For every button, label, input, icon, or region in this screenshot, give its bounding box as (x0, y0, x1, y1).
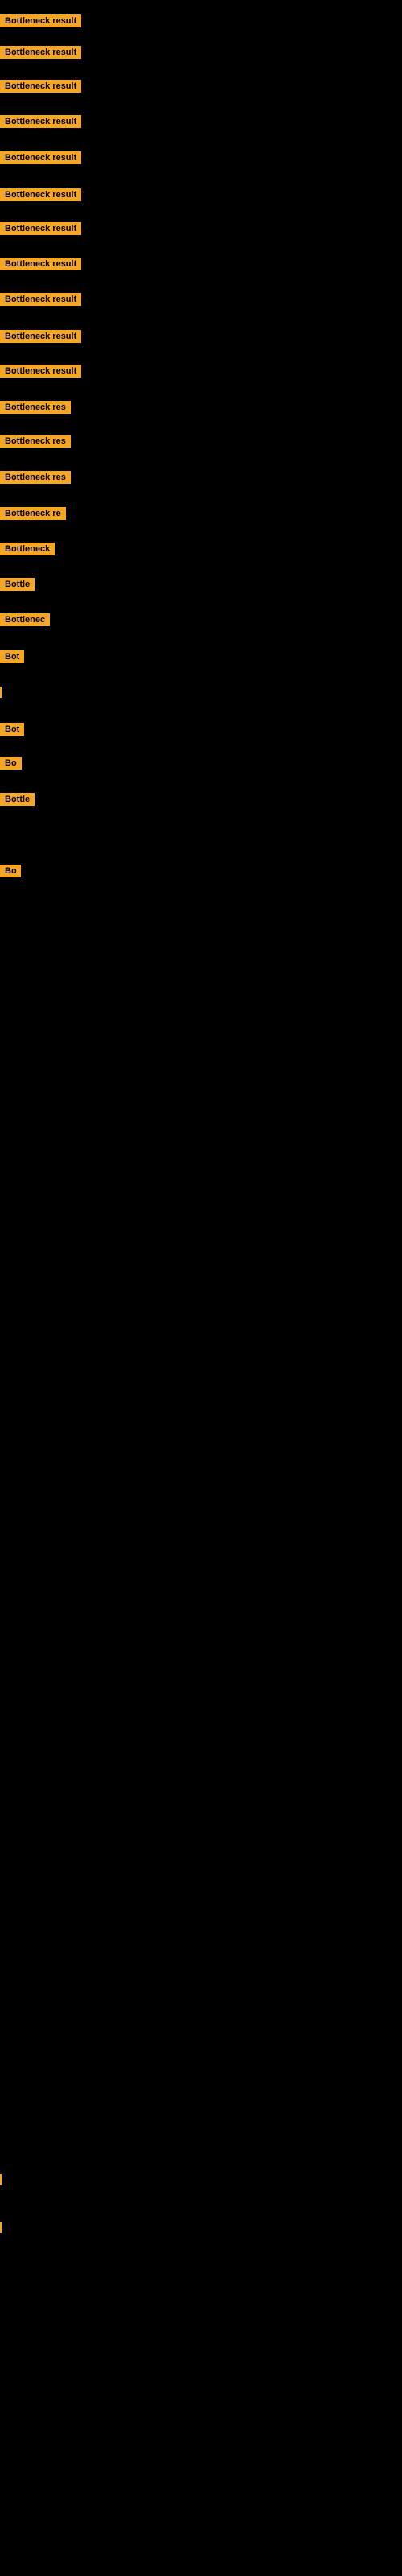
bottleneck-badge-row: Bottle (0, 578, 35, 595)
bottleneck-badge-row: Bottleneck result (0, 365, 81, 382)
bottleneck-badge-row: Bottle (0, 793, 35, 810)
bottleneck-badge: Bot (0, 723, 24, 736)
bottleneck-badge: Bottleneck (0, 543, 55, 555)
bottleneck-badge-row: Bottleneck result (0, 80, 81, 97)
bottleneck-badge-row: Bo (0, 757, 22, 774)
bottleneck-badge-row: Bot (0, 723, 24, 740)
bottleneck-badge: Bottleneck res (0, 471, 71, 484)
bottleneck-badge: Bottleneck result (0, 330, 81, 343)
bottleneck-badge: Bot (0, 650, 24, 663)
bottleneck-badge-row: Bottleneck result (0, 151, 81, 168)
vertical-line-marker (0, 2222, 2, 2233)
bottleneck-badge-row: Bottleneck result (0, 222, 81, 239)
bottleneck-badge-row: Bottlenec (0, 613, 50, 630)
bottleneck-badge: Bottleneck result (0, 46, 81, 59)
bottleneck-badge: Bottleneck result (0, 80, 81, 93)
bottleneck-badge-row: Bottleneck result (0, 115, 81, 132)
bottleneck-badge: Bottleneck res (0, 435, 71, 448)
bottleneck-badge-row: Bot (0, 650, 24, 667)
bottleneck-badge: Bottle (0, 793, 35, 806)
bottleneck-badge: Bo (0, 757, 22, 770)
bottleneck-badge-row: Bottleneck res (0, 401, 71, 418)
bottleneck-badge: Bottleneck result (0, 151, 81, 164)
bottleneck-badge: Bottleneck res (0, 401, 71, 414)
bottleneck-badge: Bo (0, 865, 21, 877)
bottleneck-badge-row: Bottleneck result (0, 258, 81, 275)
bottleneck-badge-row: Bottleneck result (0, 293, 81, 310)
bottleneck-badge: Bottleneck result (0, 14, 81, 27)
bottleneck-badge: Bottle (0, 578, 35, 591)
bottleneck-badge-row: Bottleneck res (0, 435, 71, 452)
bottleneck-badge: Bottleneck result (0, 115, 81, 128)
bottleneck-badge: Bottlenec (0, 613, 50, 626)
bottleneck-badge-row: Bottleneck result (0, 46, 81, 63)
bottleneck-badge-row: Bottleneck result (0, 330, 81, 347)
bottleneck-badge-row: Bottleneck res (0, 471, 71, 488)
bottleneck-badge-row: Bottleneck re (0, 507, 66, 524)
bottleneck-badge: Bottleneck result (0, 258, 81, 270)
bottleneck-badge: Bottleneck result (0, 365, 81, 378)
bottleneck-badge: Bottleneck result (0, 188, 81, 201)
vertical-line-marker (0, 687, 2, 698)
bottleneck-badge: Bottleneck re (0, 507, 66, 520)
vertical-line-marker (0, 2174, 2, 2185)
bottleneck-badge: Bottleneck result (0, 293, 81, 306)
site-title (0, 0, 402, 8)
bottleneck-badge-row: Bottleneck result (0, 188, 81, 205)
bottleneck-badge-row: Bo (0, 865, 21, 881)
bottleneck-badge: Bottleneck result (0, 222, 81, 235)
bottleneck-badge-row: Bottleneck (0, 543, 55, 559)
bottleneck-badge-row: Bottleneck result (0, 14, 81, 31)
